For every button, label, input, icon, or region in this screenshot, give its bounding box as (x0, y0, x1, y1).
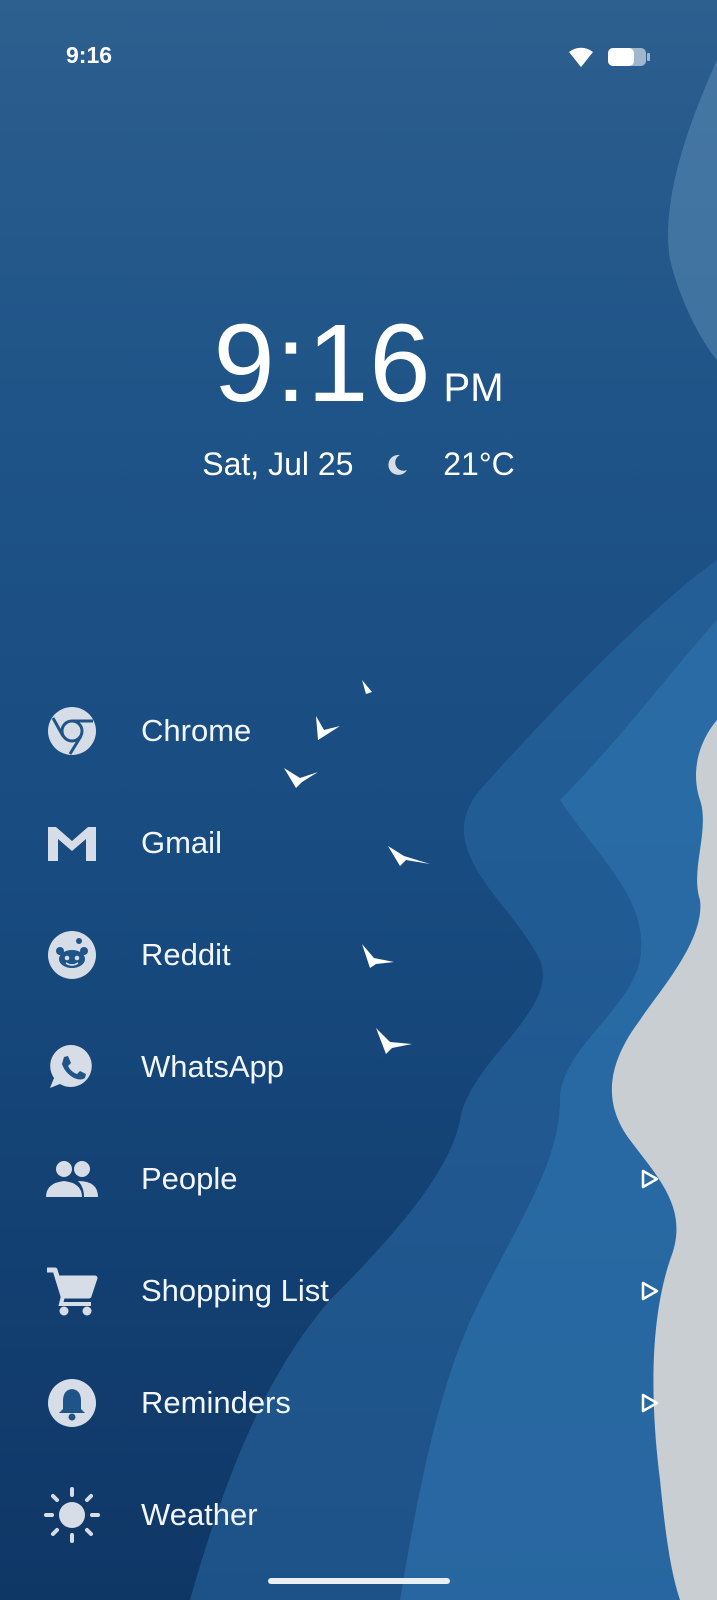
app-label-chrome: Chrome (141, 713, 252, 748)
whatsapp-icon (44, 1039, 100, 1095)
status-bar: 9:16 (0, 0, 717, 112)
clock-ampm: PM (443, 366, 504, 410)
app-label-shopping-list: Shopping List (141, 1273, 329, 1308)
app-item-reddit[interactable]: Reddit (0, 899, 717, 1011)
shopping-cart-icon (44, 1263, 100, 1319)
clock-time: 9:16 (213, 302, 432, 425)
date-weather-row[interactable]: Sat, Jul 25 21°C (0, 444, 717, 483)
app-item-whatsapp[interactable]: WhatsApp (0, 1011, 717, 1123)
gmail-icon (44, 815, 100, 871)
app-label-people: People (141, 1161, 238, 1196)
expand-arrow-icon[interactable] (640, 1281, 660, 1301)
sun-icon (44, 1487, 100, 1543)
date-label: Sat, Jul 25 (202, 446, 354, 483)
app-label-whatsapp: WhatsApp (141, 1049, 285, 1084)
expand-arrow-icon[interactable] (640, 1393, 660, 1413)
app-item-chrome[interactable]: Chrome (0, 675, 717, 787)
app-item-reminders[interactable]: Reminders (0, 1347, 717, 1459)
app-item-weather[interactable]: Weather (0, 1459, 717, 1571)
bell-icon (44, 1375, 100, 1431)
temperature-label: 21°C (443, 446, 515, 483)
app-item-gmail[interactable]: Gmail (0, 787, 717, 899)
wifi-icon (569, 47, 593, 67)
app-label-weather: Weather (141, 1497, 258, 1532)
chrome-icon (44, 703, 100, 759)
gesture-nav-handle[interactable] (268, 1578, 450, 1584)
app-label-gmail: Gmail (141, 825, 222, 860)
moon-icon (388, 454, 408, 475)
app-item-people[interactable]: People (0, 1123, 717, 1235)
expand-arrow-icon[interactable] (640, 1169, 660, 1189)
app-label-reminders: Reminders (141, 1385, 291, 1420)
status-time: 9:16 (66, 42, 113, 68)
reddit-icon (44, 927, 100, 983)
clock-widget[interactable]: 9:16 PM (0, 300, 717, 427)
app-label-reddit: Reddit (141, 937, 231, 972)
people-icon (44, 1151, 100, 1207)
app-item-shopping-list[interactable]: Shopping List (0, 1235, 717, 1347)
battery-icon (608, 48, 650, 66)
